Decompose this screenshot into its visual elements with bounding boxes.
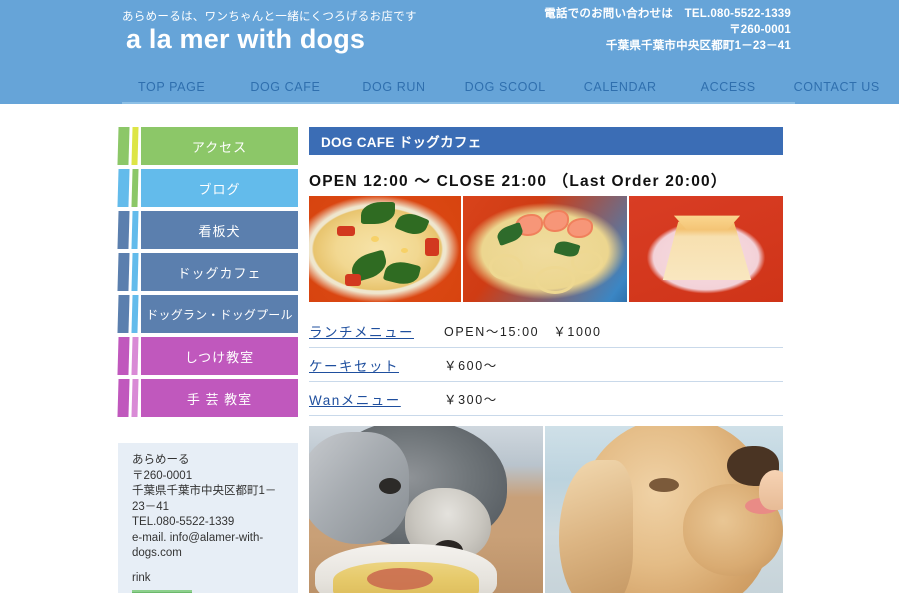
menu-row[interactable]: ケーキセット ￥600～ [309, 348, 783, 382]
shop-address: 千葉県千葉市中央区都町1－23－41 [132, 485, 277, 513]
menu-item-value: OPEN～15:00 ￥1000 [444, 325, 602, 339]
terrier-eating-photo [309, 426, 543, 593]
header-band: あらめーるは、ワンちゃんと一緒にくつろげるお店です a la mer with … [0, 0, 899, 104]
stripe-block [117, 253, 130, 291]
stripe-block [117, 169, 130, 207]
human-finger [759, 470, 783, 510]
menu-item-value: ￥600～ [444, 359, 498, 373]
stripe-accent [131, 379, 139, 417]
stripe-block [117, 379, 130, 417]
sidebar-item-mascot-dog[interactable]: 看板犬 [117, 211, 298, 249]
sidebar-menu: アクセス ブログ 看板犬 ドッグカフェ ドッグラン・ドッグプール しつけ教室 手… [117, 127, 298, 421]
stripe-accent [131, 337, 139, 375]
site-title: a la mer with dogs [126, 24, 366, 54]
shrimp-pasta-photo [463, 196, 627, 302]
nav-item-top-page[interactable]: TOP PAGE [138, 80, 205, 94]
sidebar-item-blog[interactable]: ブログ [117, 169, 298, 207]
nav-item-dog-cafe[interactable]: DOG CAFE [250, 80, 320, 94]
shop-name: あらめーる [132, 454, 190, 466]
food-photo-strip [309, 196, 783, 302]
stripe-accent [131, 253, 139, 291]
stripe-block [117, 337, 130, 375]
contact-phone-line: 電話でのお問い合わせは TEL.080-5522-1339 [544, 8, 791, 20]
dog-food-meat [367, 568, 433, 590]
stripe-block [117, 295, 130, 333]
sidebar-item-label: ドッグラン・ドッグプール [141, 295, 298, 333]
sidebar-item-label: しつけ教室 [141, 337, 298, 375]
sidebar-item-craft-class[interactable]: 手 芸 教室 [117, 379, 298, 417]
main-navigation: TOP PAGE DOG CAFE DOG RUN DOG SCOOL CALE… [122, 80, 879, 104]
contact-postal-line: 〒260-0001 [729, 24, 791, 36]
sidebar-item-dog-cafe[interactable]: ドッグカフェ [117, 253, 298, 291]
menu-item-label[interactable]: ランチメニュー [309, 321, 444, 341]
menu-item-label[interactable]: Wanメニュー [309, 389, 444, 409]
stripe-block [117, 211, 130, 249]
sidebar-item-training-class[interactable]: しつけ教室 [117, 337, 298, 375]
nav-item-calendar[interactable]: CALENDAR [584, 80, 657, 94]
sidebar-item-access[interactable]: アクセス [117, 127, 298, 165]
pizza-photo [309, 196, 461, 302]
nav-item-access[interactable]: ACCESS [701, 80, 756, 94]
contact-address-line: 千葉県千葉市中央区都町1－23－41 [605, 40, 791, 52]
menu-row[interactable]: ランチメニュー OPEN～15:00 ￥1000 [309, 314, 783, 348]
noodle-decor [535, 266, 575, 294]
sidebar-item-label: アクセス [141, 127, 298, 165]
shop-email: e-mail. info@alamer-with-dogs.com [132, 531, 264, 560]
page-root: あらめーるは、ワンちゃんと一緒にくつろげるお店です a la mer with … [0, 0, 899, 593]
dog2-eye [649, 478, 679, 492]
sidebar-item-dog-run-pool[interactable]: ドッグラン・ドッグプール [117, 295, 298, 333]
tomato-decor [425, 238, 439, 256]
sidebar-item-label: 手 芸 教室 [141, 379, 298, 417]
main-content: DOG CAFE ドッグカフェ OPEN 12:00 ～ CLOSE 21:00… [309, 127, 783, 593]
tomato-decor [345, 274, 361, 286]
menu-row[interactable]: Wanメニュー ￥300～ [309, 382, 783, 416]
shop-postal: 〒260-0001 [132, 469, 193, 482]
cocker-spaniel-photo [545, 426, 783, 593]
stripe-accent [131, 169, 139, 207]
content-title-bar: DOG CAFE ドッグカフェ [309, 127, 783, 155]
opening-hours-text: OPEN 12:00 ～ CLOSE 21:00 （Last Order 20:… [309, 173, 728, 190]
noodle-decor [489, 254, 523, 280]
shop-info-panel: あらめーる 〒260-0001 千葉県千葉市中央区都町1－23－41 TEL.0… [118, 443, 298, 593]
rink-section-label: rink [132, 572, 151, 584]
stripe-accent [131, 211, 139, 249]
stripe-accent [131, 295, 139, 333]
nav-item-dog-scool[interactable]: DOG SCOOL [465, 80, 546, 94]
site-tagline: あらめーるは、ワンちゃんと一緒にくつろげるお店です [122, 11, 417, 23]
stripe-accent [131, 127, 139, 165]
nav-item-contact-us[interactable]: CONTACT US [794, 80, 880, 94]
sidebar-item-label: ブログ [141, 169, 298, 207]
stripe-block [117, 127, 130, 165]
menu-item-label[interactable]: ケーキセット [309, 355, 444, 375]
menu-item-value: ￥300～ [444, 393, 498, 407]
header-contact-info: 電話でのお問い合わせは TEL.080-5522-1339 〒260-0001 … [544, 6, 791, 54]
sidebar-item-label: 看板犬 [141, 211, 298, 249]
cheese-decor [371, 236, 379, 242]
shop-tel: TEL.080-5522-1339 [132, 516, 235, 528]
cheesecake-photo [629, 196, 783, 302]
nav-item-dog-run[interactable]: DOG RUN [362, 80, 425, 94]
sidebar-item-label: ドッグカフェ [141, 253, 298, 291]
dog-photo-strip [309, 426, 783, 593]
tomato-decor [337, 226, 355, 236]
cafe-menu-list: ランチメニュー OPEN～15:00 ￥1000 ケーキセット ￥600～ Wa… [309, 314, 783, 416]
shop-info-text: あらめーる 〒260-0001 千葉県千葉市中央区都町1－23－41 TEL.0… [132, 453, 288, 562]
dog1-eye [379, 478, 401, 494]
cheese-decor [401, 248, 408, 253]
